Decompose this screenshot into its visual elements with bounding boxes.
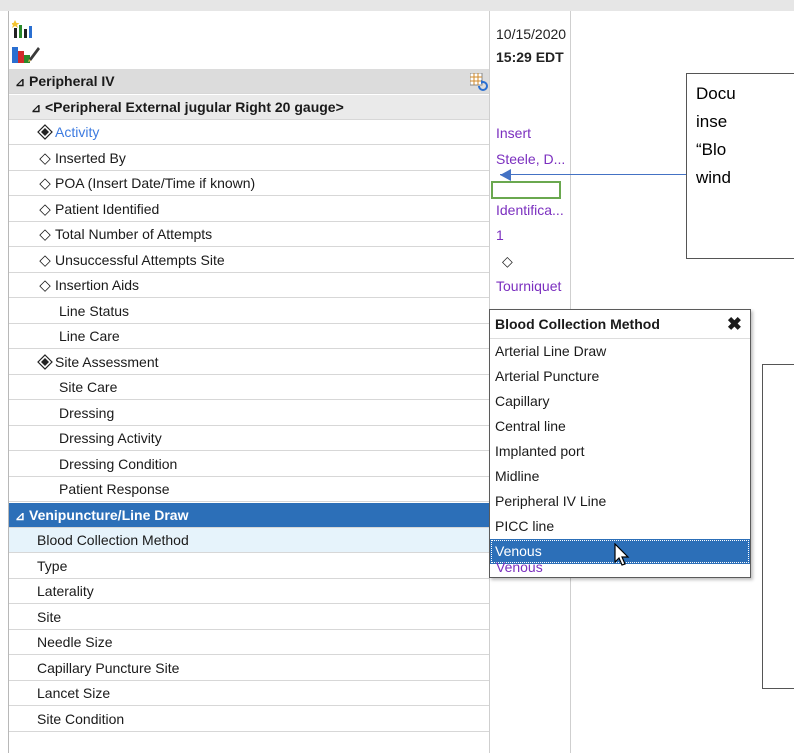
blood-collection-method-dropdown[interactable]: Blood Collection Method ✖ Arterial Line … [489, 309, 751, 578]
refresh-grid-icon[interactable] [470, 73, 488, 91]
row-label: Site Condition [37, 711, 125, 727]
flowsheet-row[interactable]: ⊿ Venipuncture/Line Draw [9, 503, 490, 528]
close-icon[interactable]: ✖ [727, 310, 742, 338]
row-value[interactable]: 1 [496, 223, 568, 248]
dropdown-option[interactable]: Implanted port [490, 439, 750, 464]
flowsheet-row[interactable]: Laterality [9, 579, 490, 604]
row-label: Dressing Condition [59, 456, 178, 472]
flowsheet-row[interactable]: Site Condition [9, 707, 490, 732]
flowsheet-row[interactable]: Blood Collection Method [9, 528, 490, 553]
dropdown-option[interactable]: Capillary [490, 389, 750, 414]
row-label: Unsuccessful Attempts Site [55, 252, 225, 268]
row-value[interactable]: ◇ [496, 249, 574, 274]
flowsheet-row[interactable]: Patient Response [9, 477, 490, 502]
diamond-icon: ◇ [39, 252, 51, 269]
dropdown-option[interactable]: Arterial Line Draw [490, 339, 750, 364]
callout-line: wind [696, 168, 731, 187]
flowsheet-row[interactable]: Capillary Puncture Site [9, 656, 490, 681]
dropdown-options: Arterial Line Draw Arterial Puncture Capil… [490, 339, 750, 564]
flowsheet-row[interactable]: ⊿ <Peripheral External jugular Right 20 g… [9, 95, 490, 120]
row-label: Venipuncture/Line Draw [29, 507, 189, 523]
row-label: POA (Insert Date/Time if known) [55, 175, 256, 191]
row-label: Lancet Size [37, 685, 111, 701]
row-value[interactable]: Tourniquet [496, 274, 568, 299]
row-label: Type [37, 558, 68, 574]
dropdown-option[interactable]: Arterial Puncture [490, 364, 750, 389]
bar-chart-sparkle-icon[interactable] [12, 20, 34, 38]
flowsheet-row[interactable]: Site Assessment [9, 350, 490, 375]
flowsheet-row[interactable]: Site [9, 605, 490, 630]
flowsheet-header [9, 11, 489, 68]
collapse-triangle-icon[interactable]: ⊿ [15, 70, 29, 93]
flowsheet-row[interactable]: ◇ Insertion Aids [9, 273, 490, 298]
flowsheet-row[interactable]: Line Care [9, 324, 490, 349]
diamond-icon: ◇ [39, 201, 51, 218]
row-label: Peripheral IV [29, 73, 115, 89]
row-value[interactable]: Insert [496, 121, 568, 146]
required-diamond-icon [35, 350, 55, 374]
row-label: Needle Size [37, 634, 113, 650]
diamond-icon: ◇ [39, 277, 51, 294]
diamond-icon: ◇ [39, 150, 51, 167]
callout-line: Docu [696, 84, 736, 103]
row-label: Blood Collection Method [37, 532, 189, 548]
flowsheet-row[interactable]: ◇ Inserted By [9, 146, 490, 171]
row-value[interactable]: Identifica... [496, 198, 568, 223]
flowsheet-row[interactable]: ◇ POA (Insert Date/Time if known) [9, 171, 490, 196]
dropdown-header: Blood Collection Method ✖ [490, 310, 750, 339]
row-value[interactable]: Steele, D... [496, 147, 568, 172]
flowsheet-row[interactable]: Type [9, 554, 490, 579]
row-label: Site Assessment [55, 354, 159, 370]
flowsheet-row[interactable]: ⊿ Peripheral IV [9, 69, 490, 94]
flowsheet-row[interactable]: ◇ Unsuccessful Attempts Site [9, 248, 490, 273]
flowsheet-row[interactable]: Line Status [9, 299, 490, 324]
dropdown-option[interactable]: Central line [490, 414, 750, 439]
callout-arrow-line [500, 174, 686, 175]
flowsheet-row[interactable]: Needle Size [9, 630, 490, 655]
row-label: Patient Response [59, 481, 170, 497]
callout-line: inse [696, 112, 728, 131]
row-label: Patient Identified [55, 201, 160, 217]
row-label: Total Number of Attempts [55, 226, 213, 242]
row-label: <Peripheral External jugular Right 20 ga… [45, 99, 344, 115]
dropdown-option[interactable]: Midline [490, 464, 750, 489]
callout-line: “Blo [696, 140, 727, 159]
row-label: Dressing Activity [59, 430, 162, 446]
mouse-pointer-icon [614, 543, 630, 566]
flowsheet-row[interactable]: Lancet Size [9, 681, 490, 706]
diamond-icon: ◇ [39, 175, 51, 192]
flowsheet-row[interactable]: ◇ Total Number of Attempts [9, 222, 490, 247]
required-diamond-icon [35, 120, 55, 144]
flowsheet-row[interactable]: Site Care [9, 375, 490, 400]
flowsheet-row[interactable]: Dressing Activity [9, 426, 490, 451]
chart-edit-icon[interactable] [12, 43, 40, 63]
dropdown-option[interactable]: Peripheral IV Line [490, 489, 750, 514]
row-label: Activity [55, 124, 100, 140]
row-label: Insertion Aids [55, 277, 140, 293]
row-label: Site Care [59, 379, 118, 395]
flowsheet-row[interactable]: ◇ Patient Identified [9, 197, 490, 222]
column-time: 15:29 EDT [496, 49, 564, 65]
diamond-icon: ◇ [39, 226, 51, 243]
dropdown-title: Blood Collection Method [495, 316, 660, 332]
flowsheet-row[interactable]: Dressing Condition [9, 452, 490, 477]
top-strip [0, 0, 794, 11]
poa-value-highlight [491, 181, 561, 199]
row-value[interactable]: Venous [496, 555, 568, 580]
row-label: Laterality [37, 583, 94, 599]
collapse-triangle-icon[interactable]: ⊿ [15, 504, 29, 527]
row-label: Line Care [59, 328, 120, 344]
row-label: Line Status [59, 303, 130, 319]
row-label: Dressing [59, 405, 115, 421]
annotation-callout: Docu inse “Blo wind [686, 73, 794, 259]
row-label: Inserted By [55, 150, 126, 166]
flowsheet-row[interactable]: Dressing [9, 401, 490, 426]
column-date: 10/15/2020 [496, 26, 567, 42]
row-label: Site [37, 609, 62, 625]
row-label: Capillary Puncture Site [37, 660, 180, 676]
collapse-triangle-icon[interactable]: ⊿ [31, 96, 45, 119]
dropdown-option[interactable]: PICC line [490, 514, 750, 539]
flowsheet-row[interactable]: Activity [9, 120, 490, 145]
annotation-callout-empty [762, 364, 794, 689]
